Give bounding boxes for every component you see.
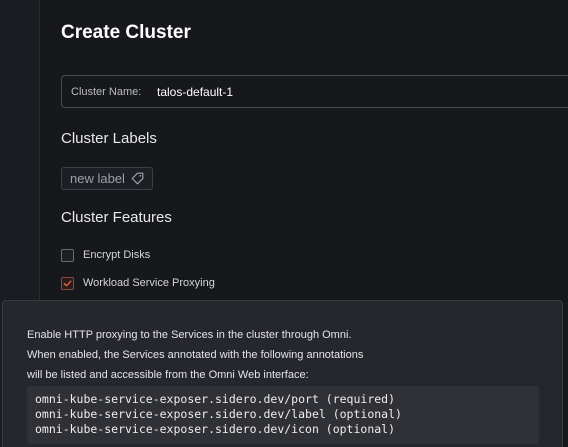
code-line-icon: omni-kube-service-exposer.sidero.dev/ico…: [35, 422, 396, 436]
checkmark-icon: [63, 280, 72, 286]
new-label-text: new label: [70, 171, 125, 186]
code-line-label: omni-kube-service-exposer.sidero.dev/lab…: [35, 407, 402, 421]
feature-tooltip: Enable HTTP proxying to the Services in …: [2, 300, 563, 447]
encrypt-disks-label: Encrypt Disks: [83, 249, 151, 261]
cluster-name-input[interactable]: [157, 83, 557, 101]
workload-service-proxying-label: Workload Service Proxying: [83, 277, 215, 289]
page-title: Create Cluster: [61, 22, 191, 43]
tooltip-text-line: Enable HTTP proxying to the Services in …: [27, 329, 352, 341]
cluster-labels-title: Cluster Labels: [61, 130, 157, 147]
annotations-code-block: omni-kube-service-exposer.sidero.dev/por…: [27, 386, 539, 444]
cluster-features-title: Cluster Features: [61, 209, 172, 226]
code-line-port: omni-kube-service-exposer.sidero.dev/por…: [35, 392, 396, 406]
cluster-name-label: Cluster Name:: [71, 86, 142, 98]
new-label-button[interactable]: new label: [61, 167, 153, 190]
encrypt-disks-checkbox[interactable]: [61, 248, 74, 262]
workload-service-proxying-option[interactable]: Workload Service Proxying: [61, 276, 215, 290]
tag-icon: [131, 172, 144, 185]
workload-service-proxying-checkbox[interactable]: [61, 276, 74, 290]
page: Create Cluster Cluster Name: Cluster Lab…: [0, 0, 568, 447]
tooltip-text-line: will be listed and accessible from the O…: [27, 369, 309, 381]
encrypt-disks-option[interactable]: Encrypt Disks: [61, 248, 150, 262]
cluster-name-field[interactable]: Cluster Name:: [61, 75, 568, 108]
tooltip-text-line: When enabled, the Services annotated wit…: [27, 349, 364, 361]
